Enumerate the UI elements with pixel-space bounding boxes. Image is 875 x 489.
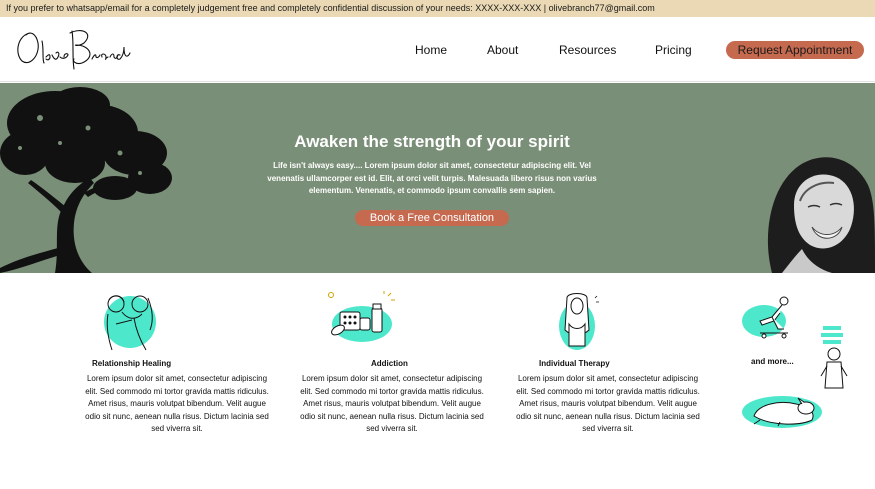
service-text-addiction: Lorem ipsum dolor sit amet, consectetur … bbox=[300, 374, 484, 434]
service-title-individual: Individual Therapy bbox=[539, 359, 610, 368]
site-header: Home About Resources Pricing Request App… bbox=[0, 17, 875, 82]
and-more-label: and more... bbox=[751, 357, 794, 366]
person-icon bbox=[559, 293, 599, 350]
pills-icon bbox=[328, 291, 395, 342]
hero-title: Awaken the strength of your spirit bbox=[294, 132, 570, 151]
hero-description: Life isn't always easy.... Lorem ipsum d… bbox=[267, 161, 597, 195]
skateboarder-icon bbox=[742, 296, 789, 339]
contact-text: If you prefer to whatsapp/email for a co… bbox=[6, 3, 655, 13]
nav-home[interactable]: Home bbox=[415, 43, 447, 57]
standing-person-icon bbox=[820, 326, 848, 389]
hero-section: Awaken the strength of your spirit Life … bbox=[0, 83, 875, 273]
contact-bar: If you prefer to whatsapp/email for a co… bbox=[0, 0, 875, 17]
service-title-relationship: Relationship Healing bbox=[92, 359, 172, 368]
service-text-relationship: Lorem ipsum dolor sit amet, consectetur … bbox=[85, 374, 269, 434]
service-title-addiction: Addiction bbox=[371, 359, 408, 368]
olive-tree-illustration bbox=[0, 87, 172, 273]
request-appointment-button[interactable]: Request Appointment bbox=[726, 41, 864, 59]
sleeping-dog-icon bbox=[742, 396, 822, 428]
nav-pricing[interactable]: Pricing bbox=[655, 43, 692, 57]
service-text-individual: Lorem ipsum dolor sit amet, consectetur … bbox=[516, 374, 700, 434]
couple-icon bbox=[104, 295, 156, 351]
smiling-woman-photo bbox=[767, 157, 875, 273]
book-consultation-button[interactable]: Book a Free Consultation bbox=[355, 210, 509, 226]
olive-branch-logo[interactable] bbox=[12, 23, 132, 75]
nav-about[interactable]: About bbox=[487, 43, 518, 57]
nav-resources[interactable]: Resources bbox=[559, 43, 616, 57]
